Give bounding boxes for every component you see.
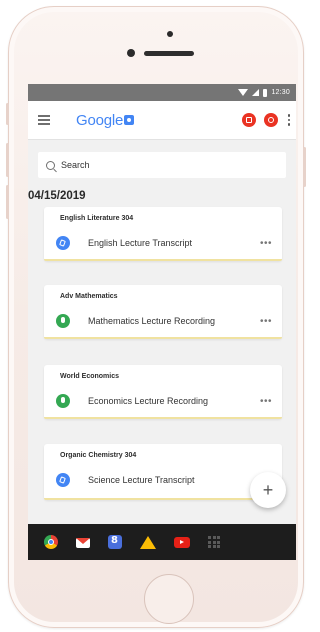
more-vert-icon[interactable]: [287, 114, 290, 126]
power-button: [303, 147, 306, 187]
more-options-button[interactable]: •••: [260, 238, 272, 249]
status-bar: 12:30: [28, 84, 296, 101]
earpiece-speaker: [144, 51, 194, 56]
card-underline: [44, 498, 282, 500]
lecture-card[interactable]: Organic Chemistry 304 Science Lecture Tr…: [44, 444, 282, 500]
wifi-icon: [238, 89, 249, 96]
app-bar: Google: [28, 101, 296, 140]
lecture-title[interactable]: English Lecture Transcript: [88, 238, 192, 248]
document-icon: [56, 236, 70, 250]
lecture-title[interactable]: Economics Lecture Recording: [88, 396, 208, 406]
app-logo: Google: [76, 111, 135, 129]
youtube-icon[interactable]: [174, 537, 190, 548]
app-bar-actions: [241, 113, 290, 127]
more-options-button[interactable]: •••: [260, 396, 272, 407]
front-camera: [127, 49, 135, 57]
google-plus-icon[interactable]: [108, 535, 122, 549]
microphone-icon: [56, 314, 70, 328]
date-heading: 04/15/2019: [28, 190, 86, 202]
course-name: Adv Mathematics: [60, 293, 118, 300]
course-name: World Economics: [60, 373, 119, 380]
app-dock: [28, 524, 296, 560]
lecture-title[interactable]: Science Lecture Transcript: [88, 475, 195, 485]
io-logo-icon: [124, 115, 135, 125]
drive-icon[interactable]: [140, 535, 156, 549]
course-name: Organic Chemistry 304: [60, 452, 137, 459]
signal-icon: [252, 89, 260, 96]
card-underline: [44, 417, 282, 419]
microphone-icon: [56, 394, 70, 408]
battery-icon: [263, 88, 268, 97]
lecture-card[interactable]: Adv Mathematics Mathematics Lecture Reco…: [44, 285, 282, 339]
chrome-icon[interactable]: [44, 535, 58, 549]
gmail-icon[interactable]: [76, 538, 90, 548]
menu-icon[interactable]: [38, 115, 50, 125]
document-icon: [56, 473, 70, 487]
record-icon[interactable]: [263, 113, 278, 127]
status-time: 12:30: [271, 89, 290, 96]
phone-screen: 12:30 Google Search 04/15/2019 English L…: [28, 84, 296, 560]
card-underline: [44, 337, 282, 339]
logo-text: Google: [76, 111, 124, 129]
card-underline: [44, 259, 282, 261]
home-button[interactable]: [144, 574, 194, 624]
proximity-sensor: [167, 31, 173, 37]
search-label: Search: [61, 160, 90, 170]
add-button[interactable]: +: [250, 472, 286, 508]
lecture-card[interactable]: English Literature 304 English Lecture T…: [44, 207, 282, 261]
search-icon: [46, 160, 55, 170]
volume-up-button: [6, 143, 9, 177]
calendar-icon[interactable]: [241, 113, 256, 127]
more-options-button[interactable]: •••: [260, 316, 272, 327]
app-grid-icon[interactable]: [208, 536, 220, 548]
course-name: English Literature 304: [60, 215, 134, 222]
lecture-title[interactable]: Mathematics Lecture Recording: [88, 316, 215, 326]
search-bar[interactable]: Search: [38, 152, 286, 178]
volume-down-button: [6, 185, 9, 219]
lecture-card[interactable]: World Economics Economics Lecture Record…: [44, 365, 282, 419]
mute-switch: [6, 103, 9, 125]
